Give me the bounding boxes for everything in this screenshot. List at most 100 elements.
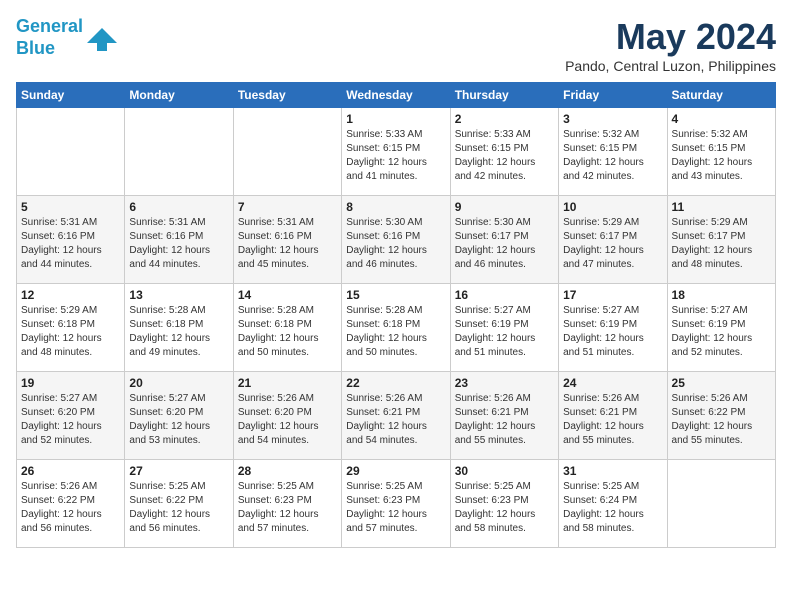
calendar-cell: 29Sunrise: 5:25 AM Sunset: 6:23 PM Dayli… <box>342 460 450 548</box>
column-header-monday: Monday <box>125 83 233 108</box>
day-number: 22 <box>346 376 445 390</box>
day-info: Sunrise: 5:32 AM Sunset: 6:15 PM Dayligh… <box>563 128 662 184</box>
day-number: 8 <box>346 200 445 214</box>
logo-line2: Blue <box>16 38 55 58</box>
column-header-thursday: Thursday <box>450 83 558 108</box>
day-info: Sunrise: 5:28 AM Sunset: 6:18 PM Dayligh… <box>346 304 445 360</box>
calendar-cell: 22Sunrise: 5:26 AM Sunset: 6:21 PM Dayli… <box>342 372 450 460</box>
calendar-week-1: 1 Sunrise: 5:33 AM Sunset: 6:15 PM Daylig… <box>17 108 776 196</box>
calendar-cell: 30 Sunrise: 5:25 AM Sunset: 6:23 PM Dayli… <box>450 460 558 548</box>
day-info: Sunrise: 5:29 AM Sunset: 6:17 PM Dayligh… <box>672 216 771 272</box>
calendar-cell: 17 Sunrise: 5:27 AM Sunset: 6:19 PM Dayli… <box>559 284 667 372</box>
day-number: 11 <box>672 200 771 214</box>
day-info: Sunrise: 5:29 AM Sunset: 6:18 PM Dayligh… <box>21 304 120 360</box>
day-number: 16 <box>455 288 554 302</box>
calendar-cell: 23 Sunrise: 5:26 AM Sunset: 6:21 PM Dayli… <box>450 372 558 460</box>
column-header-saturday: Saturday <box>667 83 775 108</box>
day-number: 27 <box>129 464 228 478</box>
calendar-cell: 20 Sunrise: 5:27 AM Sunset: 6:20 PM Dayli… <box>125 372 233 460</box>
day-info: Sunrise: 5:33 AM Sunset: 6:15 PM Dayligh… <box>346 128 445 184</box>
day-info: Sunrise: 5:33 AM Sunset: 6:15 PM Dayligh… <box>455 128 554 184</box>
day-info: Sunrise: 5:31 AM Sunset: 6:16 PM Dayligh… <box>21 216 120 272</box>
day-number: 15 <box>346 288 445 302</box>
location-subtitle: Pando, Central Luzon, Philippines <box>565 58 776 74</box>
month-title: May 2024 <box>565 16 776 58</box>
calendar-cell: 16 Sunrise: 5:27 AM Sunset: 6:19 PM Dayli… <box>450 284 558 372</box>
calendar-cell: 11 Sunrise: 5:29 AM Sunset: 6:17 PM Dayli… <box>667 196 775 284</box>
day-number: 9 <box>455 200 554 214</box>
day-info: Sunrise: 5:25 AM Sunset: 6:23 PM Dayligh… <box>238 480 337 536</box>
calendar-cell: 19 Sunrise: 5:27 AM Sunset: 6:20 PM Dayli… <box>17 372 125 460</box>
logo: General Blue <box>16 16 117 59</box>
day-number: 31 <box>563 464 662 478</box>
column-header-friday: Friday <box>559 83 667 108</box>
calendar-cell: 4Sunrise: 5:32 AM Sunset: 6:15 PM Daylig… <box>667 108 775 196</box>
calendar-week-4: 19 Sunrise: 5:27 AM Sunset: 6:20 PM Dayli… <box>17 372 776 460</box>
day-number: 20 <box>129 376 228 390</box>
day-info: Sunrise: 5:26 AM Sunset: 6:22 PM Dayligh… <box>21 480 120 536</box>
day-info: Sunrise: 5:27 AM Sunset: 6:20 PM Dayligh… <box>21 392 120 448</box>
day-number: 1 <box>346 112 445 126</box>
column-header-wednesday: Wednesday <box>342 83 450 108</box>
calendar-cell: 5 Sunrise: 5:31 AM Sunset: 6:16 PM Daylig… <box>17 196 125 284</box>
calendar-cell: 21Sunrise: 5:26 AM Sunset: 6:20 PM Dayli… <box>233 372 341 460</box>
column-header-tuesday: Tuesday <box>233 83 341 108</box>
calendar-cell: 12Sunrise: 5:29 AM Sunset: 6:18 PM Dayli… <box>17 284 125 372</box>
calendar-cell <box>667 460 775 548</box>
day-info: Sunrise: 5:30 AM Sunset: 6:17 PM Dayligh… <box>455 216 554 272</box>
calendar-cell: 31 Sunrise: 5:25 AM Sunset: 6:24 PM Dayli… <box>559 460 667 548</box>
day-info: Sunrise: 5:25 AM Sunset: 6:24 PM Dayligh… <box>563 480 662 536</box>
calendar-cell: 1 Sunrise: 5:33 AM Sunset: 6:15 PM Daylig… <box>342 108 450 196</box>
day-info: Sunrise: 5:27 AM Sunset: 6:19 PM Dayligh… <box>563 304 662 360</box>
calendar-cell: 18Sunrise: 5:27 AM Sunset: 6:19 PM Dayli… <box>667 284 775 372</box>
day-info: Sunrise: 5:25 AM Sunset: 6:23 PM Dayligh… <box>346 480 445 536</box>
column-header-sunday: Sunday <box>17 83 125 108</box>
day-number: 21 <box>238 376 337 390</box>
day-info: Sunrise: 5:25 AM Sunset: 6:22 PM Dayligh… <box>129 480 228 536</box>
day-info: Sunrise: 5:26 AM Sunset: 6:21 PM Dayligh… <box>455 392 554 448</box>
day-info: Sunrise: 5:27 AM Sunset: 6:20 PM Dayligh… <box>129 392 228 448</box>
calendar-cell: 15 Sunrise: 5:28 AM Sunset: 6:18 PM Dayli… <box>342 284 450 372</box>
calendar-table: SundayMondayTuesdayWednesdayThursdayFrid… <box>16 82 776 548</box>
day-info: Sunrise: 5:27 AM Sunset: 6:19 PM Dayligh… <box>455 304 554 360</box>
day-number: 30 <box>455 464 554 478</box>
day-info: Sunrise: 5:26 AM Sunset: 6:22 PM Dayligh… <box>672 392 771 448</box>
day-number: 18 <box>672 288 771 302</box>
logo-text: General Blue <box>16 16 83 59</box>
day-number: 17 <box>563 288 662 302</box>
day-number: 23 <box>455 376 554 390</box>
calendar-cell: 9 Sunrise: 5:30 AM Sunset: 6:17 PM Daylig… <box>450 196 558 284</box>
day-number: 25 <box>672 376 771 390</box>
day-number: 3 <box>563 112 662 126</box>
day-info: Sunrise: 5:28 AM Sunset: 6:18 PM Dayligh… <box>129 304 228 360</box>
day-number: 4 <box>672 112 771 126</box>
day-info: Sunrise: 5:31 AM Sunset: 6:16 PM Dayligh… <box>129 216 228 272</box>
calendar-header-row: SundayMondayTuesdayWednesdayThursdayFrid… <box>17 83 776 108</box>
calendar-cell: 10Sunrise: 5:29 AM Sunset: 6:17 PM Dayli… <box>559 196 667 284</box>
calendar-week-5: 26Sunrise: 5:26 AM Sunset: 6:22 PM Dayli… <box>17 460 776 548</box>
day-number: 19 <box>21 376 120 390</box>
day-info: Sunrise: 5:26 AM Sunset: 6:21 PM Dayligh… <box>563 392 662 448</box>
calendar-cell: 24Sunrise: 5:26 AM Sunset: 6:21 PM Dayli… <box>559 372 667 460</box>
day-number: 2 <box>455 112 554 126</box>
calendar-cell <box>233 108 341 196</box>
calendar-cell: 6Sunrise: 5:31 AM Sunset: 6:16 PM Daylig… <box>125 196 233 284</box>
day-number: 7 <box>238 200 337 214</box>
day-number: 5 <box>21 200 120 214</box>
calendar-cell: 8 Sunrise: 5:30 AM Sunset: 6:16 PM Daylig… <box>342 196 450 284</box>
logo-line1: General <box>16 16 83 36</box>
calendar-cell <box>125 108 233 196</box>
logo-icon <box>87 23 117 53</box>
day-info: Sunrise: 5:25 AM Sunset: 6:23 PM Dayligh… <box>455 480 554 536</box>
calendar-week-3: 12Sunrise: 5:29 AM Sunset: 6:18 PM Dayli… <box>17 284 776 372</box>
calendar-cell: 13 Sunrise: 5:28 AM Sunset: 6:18 PM Dayli… <box>125 284 233 372</box>
day-info: Sunrise: 5:30 AM Sunset: 6:16 PM Dayligh… <box>346 216 445 272</box>
calendar-cell: 27 Sunrise: 5:25 AM Sunset: 6:22 PM Dayli… <box>125 460 233 548</box>
day-number: 28 <box>238 464 337 478</box>
calendar-cell: 3 Sunrise: 5:32 AM Sunset: 6:15 PM Daylig… <box>559 108 667 196</box>
calendar-cell: 26Sunrise: 5:26 AM Sunset: 6:22 PM Dayli… <box>17 460 125 548</box>
day-info: Sunrise: 5:31 AM Sunset: 6:16 PM Dayligh… <box>238 216 337 272</box>
day-number: 14 <box>238 288 337 302</box>
day-number: 13 <box>129 288 228 302</box>
calendar-cell: 14Sunrise: 5:28 AM Sunset: 6:18 PM Dayli… <box>233 284 341 372</box>
